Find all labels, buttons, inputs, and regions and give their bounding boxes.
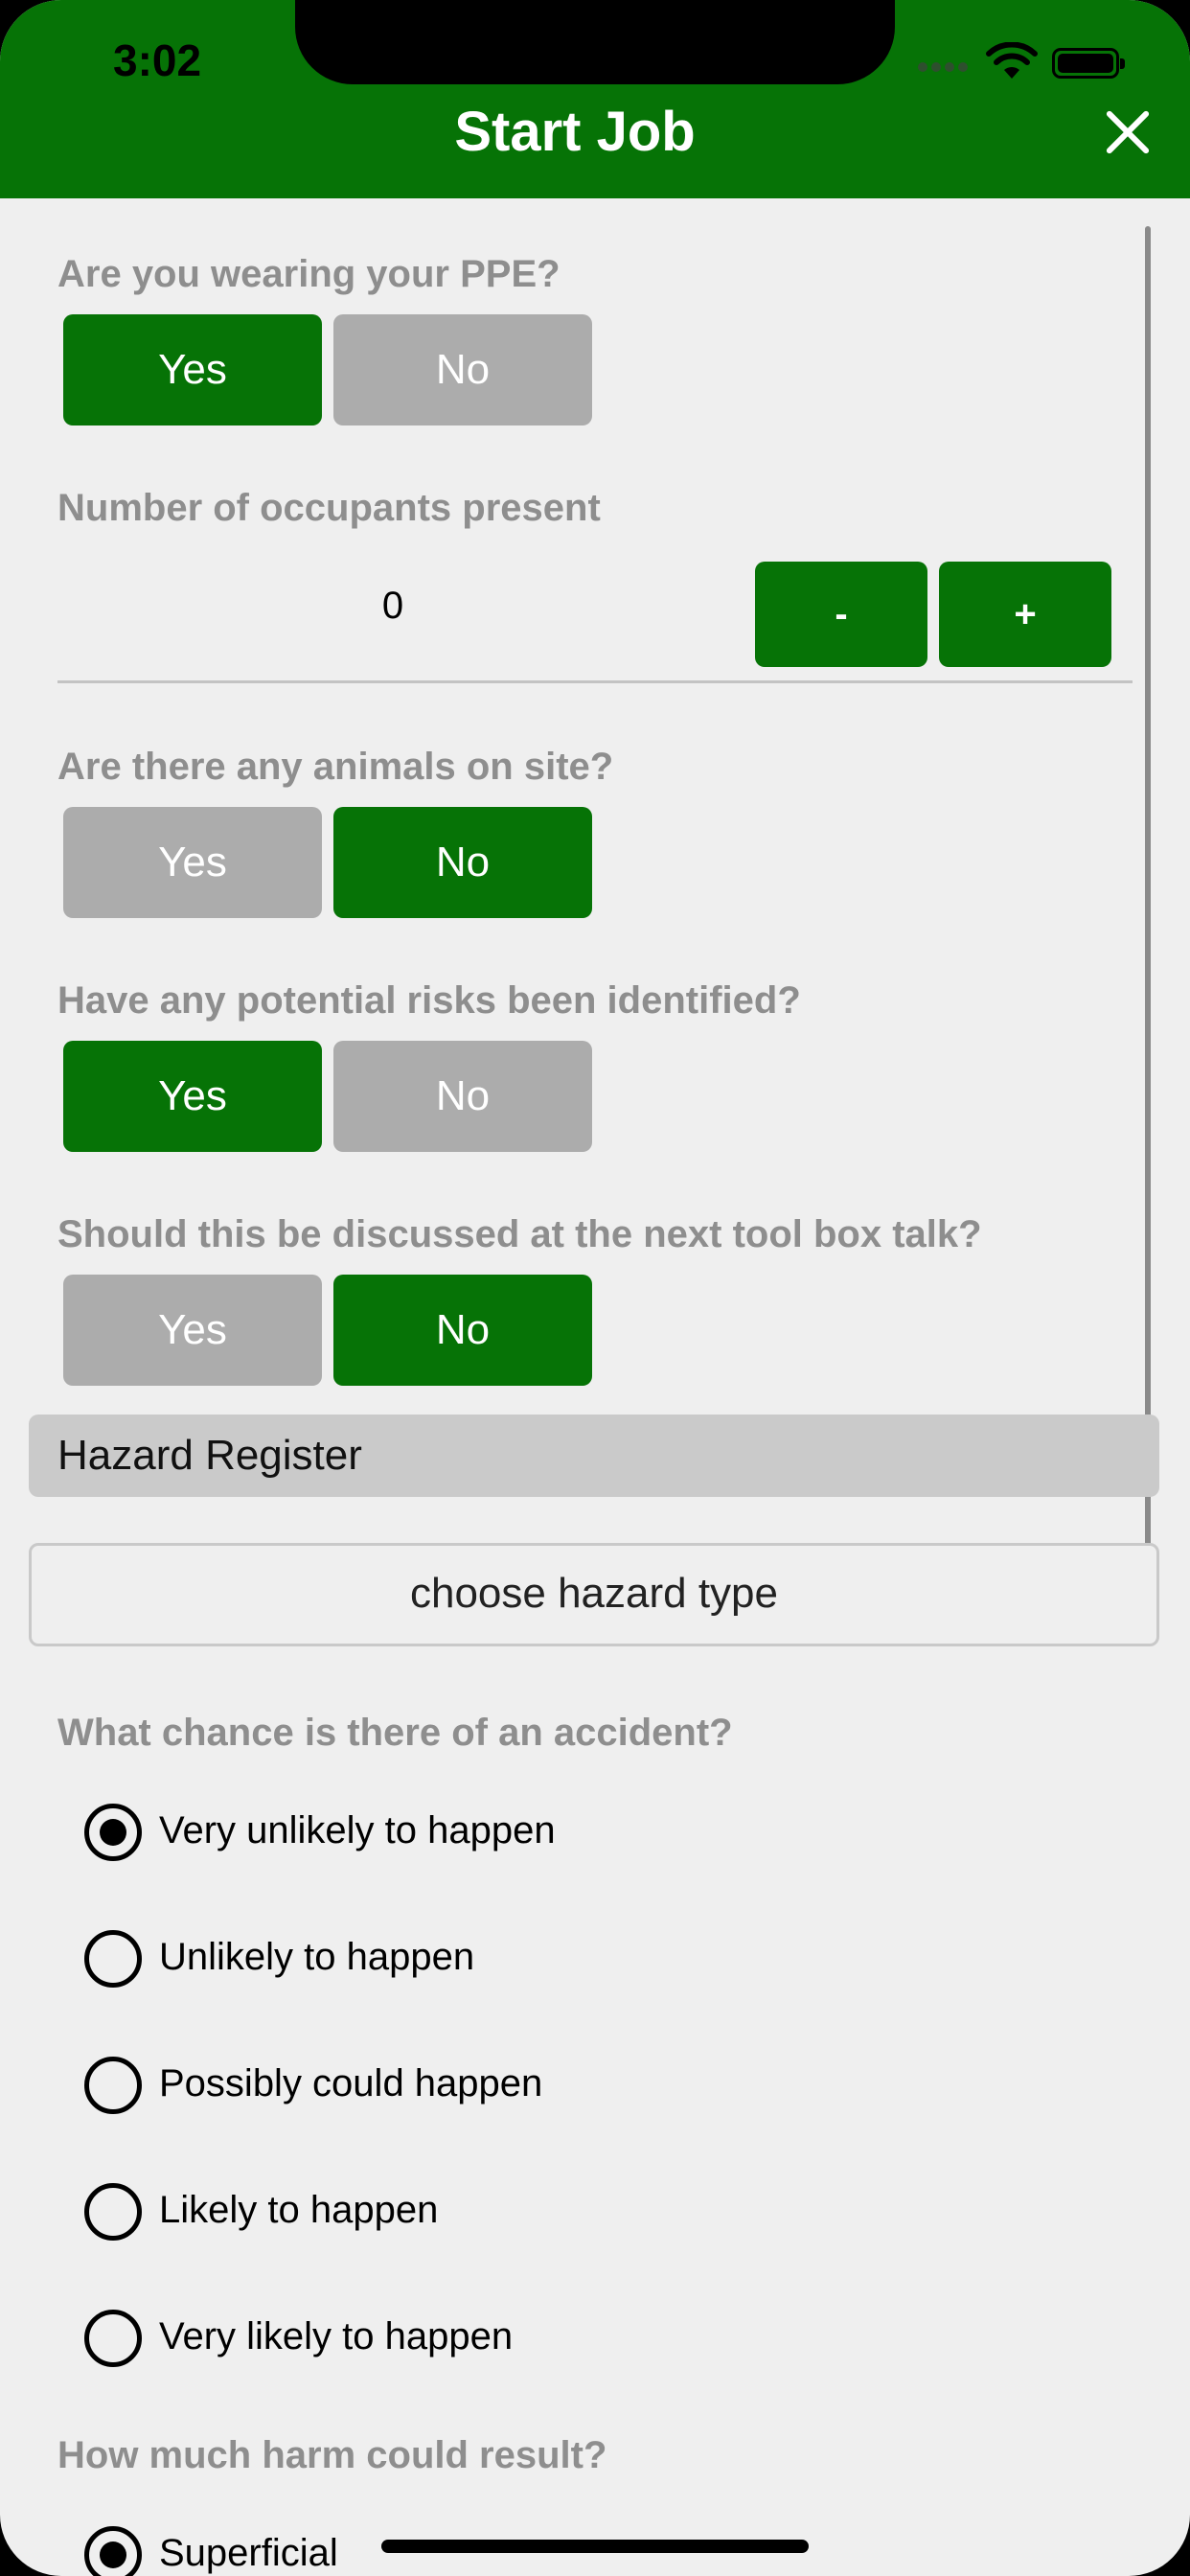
increment-button[interactable]: + — [939, 562, 1111, 667]
radio-label: Possibly could happen — [159, 2062, 543, 2104]
battery-icon — [1052, 48, 1125, 79]
radio-checked-icon[interactable] — [84, 1804, 142, 1861]
toolbox-yes-button[interactable]: Yes — [63, 1275, 322, 1386]
device-notch — [295, 0, 895, 84]
occupants-count[interactable]: 0 — [364, 585, 422, 628]
radio-label: Very likely to happen — [159, 2315, 514, 2358]
radio-label: Very unlikely to happen — [159, 1809, 556, 1852]
risks-yes-button[interactable]: Yes — [63, 1041, 322, 1152]
cellular-signal-icon — [918, 59, 972, 77]
toolbox-no-button[interactable]: No — [333, 1275, 592, 1386]
occupants-divider — [57, 680, 1133, 683]
decrement-button[interactable]: - — [755, 562, 927, 667]
radio-unchecked-icon[interactable] — [84, 2183, 142, 2241]
risks-question-label: Have any potential risks been identified… — [57, 979, 801, 1022]
start-job-screen: 3:02 Start Job Are you wearing your PPE?… — [0, 0, 1190, 2576]
accident-chance-label: What chance is there of an accident? — [57, 1712, 733, 1754]
scrollbar[interactable] — [1145, 226, 1151, 1616]
wifi-icon — [986, 42, 1038, 79]
choose-hazard-type-button[interactable]: choose hazard type — [29, 1543, 1159, 1646]
animals-no-button[interactable]: No — [333, 807, 592, 918]
radio-label: Superficial — [159, 2532, 338, 2574]
header-bar: 3:02 Start Job — [0, 0, 1190, 198]
radio-unchecked-icon[interactable] — [84, 1930, 142, 1988]
status-icons — [918, 42, 1138, 80]
toolbox-question-label: Should this be discussed at the next too… — [57, 1213, 982, 1255]
status-time: 3:02 — [113, 35, 202, 85]
close-icon[interactable] — [1102, 107, 1154, 159]
ppe-yes-button[interactable]: Yes — [63, 314, 322, 426]
radio-label: Likely to happen — [159, 2189, 439, 2231]
risks-no-button[interactable]: No — [333, 1041, 592, 1152]
radio-unchecked-icon[interactable] — [84, 2310, 142, 2367]
home-indicator[interactable] — [381, 2540, 809, 2553]
ppe-no-button[interactable]: No — [333, 314, 592, 426]
ppe-question-label: Are you wearing your PPE? — [57, 253, 561, 295]
radio-checked-icon[interactable] — [84, 2526, 142, 2576]
page-title: Start Job — [454, 101, 696, 163]
radio-label: Unlikely to happen — [159, 1936, 475, 1978]
harm-question-label: How much harm could result? — [57, 2434, 607, 2476]
animals-question-label: Are there any animals on site? — [57, 746, 614, 788]
animals-yes-button[interactable]: Yes — [63, 807, 322, 918]
occupants-label: Number of occupants present — [57, 487, 601, 529]
radio-unchecked-icon[interactable] — [84, 2057, 142, 2114]
hazard-register-header: Hazard Register — [29, 1414, 1159, 1497]
